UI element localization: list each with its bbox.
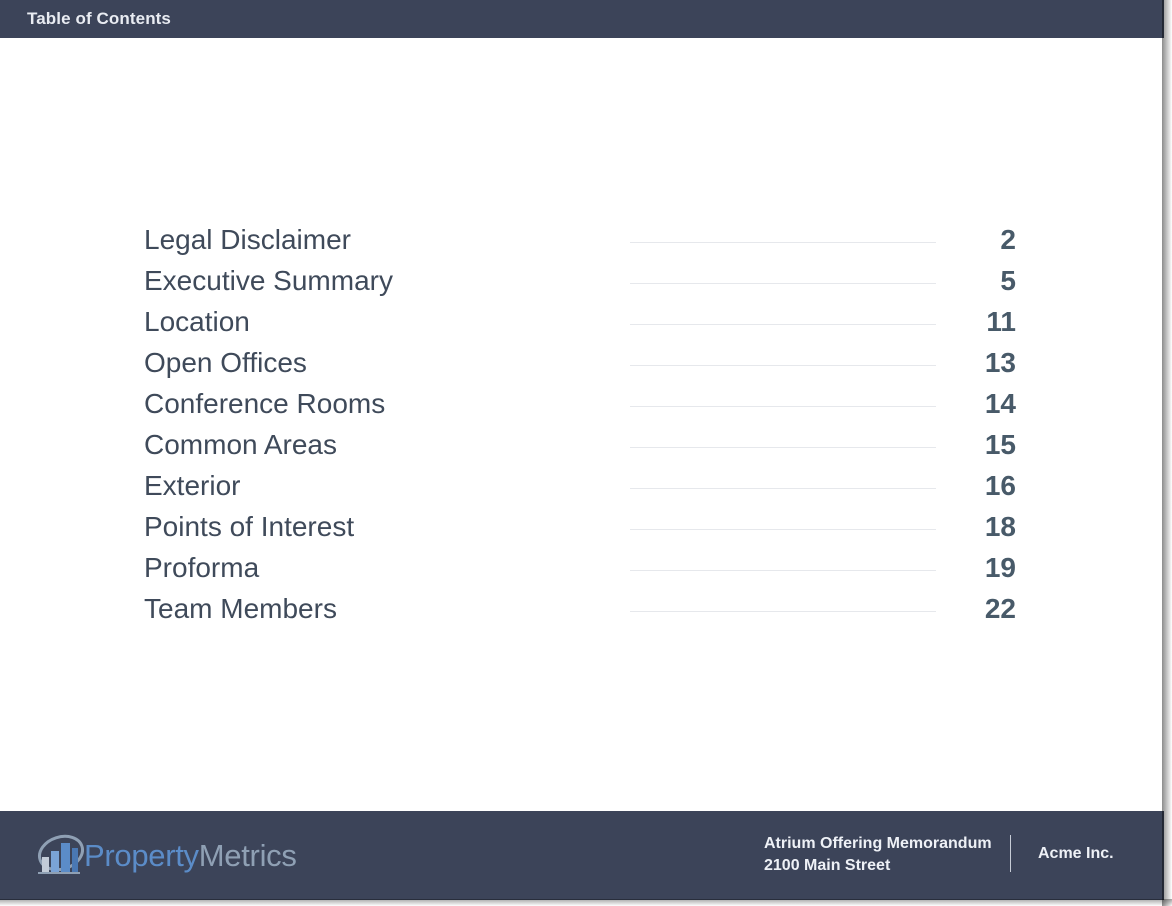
toc-entry-label: Open Offices — [144, 347, 307, 378]
page-shadow-right — [1162, 0, 1172, 906]
toc-leader-line — [630, 488, 936, 489]
toc-entry-label: Location — [144, 306, 250, 337]
toc-entry-label: Legal Disclaimer — [144, 224, 351, 255]
toc-entry-label: Proforma — [144, 552, 260, 583]
toc-entry-page: 16 — [984, 470, 1016, 501]
footer-document-info: Atrium Offering Memorandum 2100 Main Str… — [764, 833, 992, 877]
logo-wordmark: PropertyMetrics — [84, 838, 297, 874]
toc-entry-label: Common Areas — [144, 429, 337, 460]
footer-bar: PropertyMetrics Atrium Offering Memorand… — [0, 811, 1164, 900]
toc-entry-label: Exterior — [144, 470, 241, 501]
toc-leader-line — [630, 365, 936, 366]
property-address: 2100 Main Street — [764, 857, 891, 874]
toc-entry[interactable]: Legal Disclaimer 2 — [144, 221, 1024, 262]
toc-leader-line — [630, 611, 936, 612]
building-chart-logo-icon — [38, 834, 84, 874]
toc-entry-page: 13 — [984, 347, 1016, 378]
toc-leader-line — [630, 406, 936, 407]
company-name: Acme Inc. — [1038, 845, 1114, 862]
table-of-contents: Legal Disclaimer 2 Executive Summary 5 L… — [144, 221, 1024, 631]
toc-entry-page: 11 — [986, 306, 1016, 337]
toc-leader-line — [630, 242, 936, 243]
toc-entry-label: Executive Summary — [144, 265, 393, 296]
toc-entry-page: 5 — [1000, 265, 1016, 296]
toc-entry[interactable]: Executive Summary 5 — [144, 262, 1024, 303]
toc-entry-page: 22 — [984, 593, 1016, 624]
document-page: Table of Contents Legal Disclaimer 2 Exe… — [0, 0, 1164, 900]
page-shadow-bottom — [0, 899, 1172, 906]
toc-leader-line — [630, 570, 936, 571]
toc-entry[interactable]: Location 11 — [144, 303, 1024, 344]
toc-entry[interactable]: Proforma 19 — [144, 549, 1024, 590]
logo-wordmark-part2: Metrics — [198, 838, 297, 873]
toc-leader-line — [630, 529, 936, 530]
toc-leader-line — [630, 324, 936, 325]
toc-entry[interactable]: Points of Interest 18 — [144, 508, 1024, 549]
toc-entry[interactable]: Open Offices 13 — [144, 344, 1024, 385]
toc-entry[interactable]: Team Members 22 — [144, 590, 1024, 631]
toc-entry-page: 2 — [1000, 224, 1016, 255]
toc-entry-page: 15 — [984, 429, 1016, 460]
toc-leader-line — [630, 447, 936, 448]
toc-entry-label: Team Members — [144, 593, 337, 624]
header-bar: Table of Contents — [0, 0, 1164, 38]
toc-entry-label: Conference Rooms — [144, 388, 386, 419]
property-metrics-logo: PropertyMetrics — [34, 829, 304, 879]
toc-entry-page: 18 — [984, 511, 1016, 542]
footer-divider — [1010, 835, 1011, 872]
toc-entry-label: Points of Interest — [144, 511, 355, 542]
toc-entry[interactable]: Conference Rooms 14 — [144, 385, 1024, 426]
logo-wordmark-part1: Property — [84, 838, 199, 873]
toc-entry[interactable]: Exterior 16 — [144, 467, 1024, 508]
toc-entry-page: 14 — [984, 388, 1016, 419]
page-title: Table of Contents — [27, 9, 171, 28]
toc-leader-line — [630, 283, 936, 284]
toc-entry-page: 19 — [984, 552, 1016, 583]
document-title: Atrium Offering Memorandum — [764, 835, 992, 852]
toc-entry[interactable]: Common Areas 15 — [144, 426, 1024, 467]
